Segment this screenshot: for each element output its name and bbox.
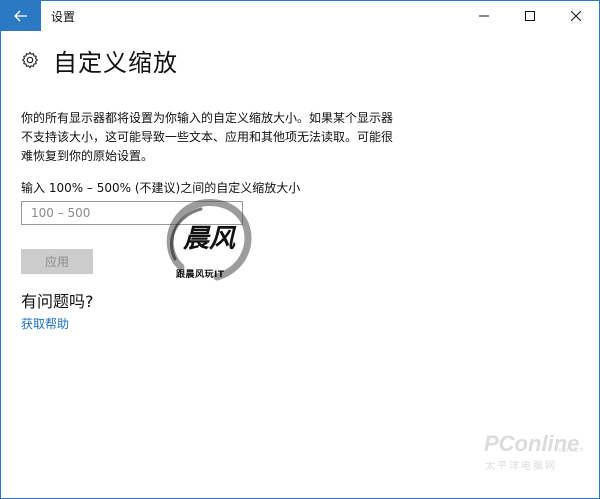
gear-icon [21, 51, 39, 69]
back-button[interactable] [1, 1, 41, 31]
get-help-link[interactable]: 获取帮助 [21, 315, 69, 332]
maximize-button[interactable] [507, 1, 553, 31]
page-title: 自定义缩放 [53, 48, 178, 77]
arrow-left-icon [14, 10, 27, 22]
svg-text:晨风: 晨风 [183, 224, 237, 254]
help-heading: 有问题吗? [21, 292, 94, 311]
minimize-button[interactable] [461, 1, 507, 31]
apply-button[interactable]: 应用 [21, 249, 93, 274]
minimize-icon [479, 15, 489, 17]
watermark-domain: .com.cn [556, 446, 584, 454]
settings-window: 设置 自定义缩放 你的所有显示器都将设置为你输入的自定义缩放大小。如果某个显示器… [0, 0, 600, 499]
close-icon [571, 11, 581, 21]
maximize-icon [525, 11, 535, 21]
watermark-caption: 跟晨风玩IT [176, 270, 225, 280]
close-button[interactable] [553, 1, 599, 31]
watermark-site-sub: 太平洋电脑网 [485, 461, 557, 472]
window-title: 设置 [51, 10, 76, 24]
scaling-description: 你的所有显示器都将设置为你输入的自定义缩放大小。如果某个显示器不支持该大小，这可… [21, 111, 394, 163]
page-header: 自定义缩放 [21, 45, 178, 77]
title-bar: 设置 [1, 1, 599, 31]
